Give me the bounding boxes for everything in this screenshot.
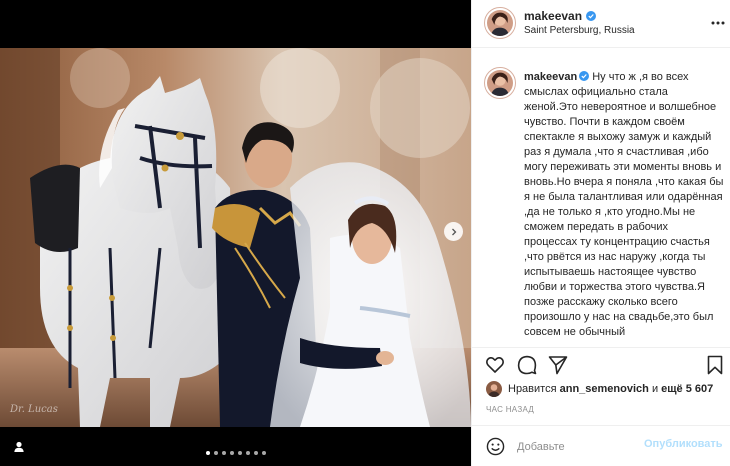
likes-summary: Нравится ann_semenovich и ещё 5 607 xyxy=(486,381,713,397)
heart-icon[interactable] xyxy=(485,355,505,375)
carousel-dot xyxy=(261,451,266,455)
likes-prefix: Нравится xyxy=(508,383,557,395)
smiley-icon[interactable] xyxy=(486,437,505,456)
caption-author-avatar[interactable] xyxy=(484,67,516,99)
wedding-photo[interactable] xyxy=(0,48,471,427)
carousel-next-button[interactable] xyxy=(444,222,463,241)
likes-count[interactable]: ещё 5 607 xyxy=(661,383,713,395)
post-header: makeevan Saint Petersburg, Russia xyxy=(472,0,730,48)
author-username[interactable]: makeevan xyxy=(524,9,582,23)
post-caption: makeevan Ну что ж ,я во всех смыслах офиц… xyxy=(524,70,724,340)
author-avatar[interactable] xyxy=(484,7,516,39)
carousel-dot xyxy=(221,451,226,455)
post-location[interactable]: Saint Petersburg, Russia xyxy=(524,25,635,36)
liker-username[interactable]: ann_semenovich xyxy=(560,383,649,395)
comment-input[interactable] xyxy=(517,438,637,456)
action-bar xyxy=(472,347,730,379)
caption-text: Ну что ж ,я во всех смыслах официально с… xyxy=(524,71,724,338)
caption-username[interactable]: makeevan xyxy=(524,71,577,83)
post-media: Dr. Lucas xyxy=(0,0,471,466)
carousel-dot xyxy=(253,451,258,455)
publish-comment-button[interactable]: Опубликовать xyxy=(644,438,723,450)
photo-watermark: Dr. Lucas xyxy=(10,404,58,415)
more-options-button[interactable] xyxy=(711,16,725,30)
likes-conjunction: и xyxy=(651,383,659,395)
post-side-panel: makeevan Saint Petersburg, Russia makeev… xyxy=(471,0,730,466)
carousel-dot xyxy=(213,451,218,455)
comment-icon[interactable] xyxy=(517,355,537,375)
verified-badge-icon xyxy=(586,11,597,21)
verified-badge-icon xyxy=(579,71,590,81)
carousel-dot xyxy=(245,451,250,455)
post-timestamp[interactable]: ЧАС НАЗАД xyxy=(486,405,534,414)
carousel-dot xyxy=(237,451,242,455)
carousel-dot xyxy=(205,451,210,455)
paper-plane-icon[interactable] xyxy=(548,355,568,375)
liker-avatar[interactable] xyxy=(486,381,502,397)
more-options-icon xyxy=(711,21,725,25)
caption-section: makeevan Ну что ж ,я во всех смыслах офиц… xyxy=(472,49,730,347)
chevron-right-icon xyxy=(451,228,456,235)
comment-box: Опубликовать xyxy=(472,425,730,466)
carousel-dot xyxy=(229,451,234,455)
bookmark-icon[interactable] xyxy=(705,355,725,375)
carousel-indicator xyxy=(0,451,471,455)
